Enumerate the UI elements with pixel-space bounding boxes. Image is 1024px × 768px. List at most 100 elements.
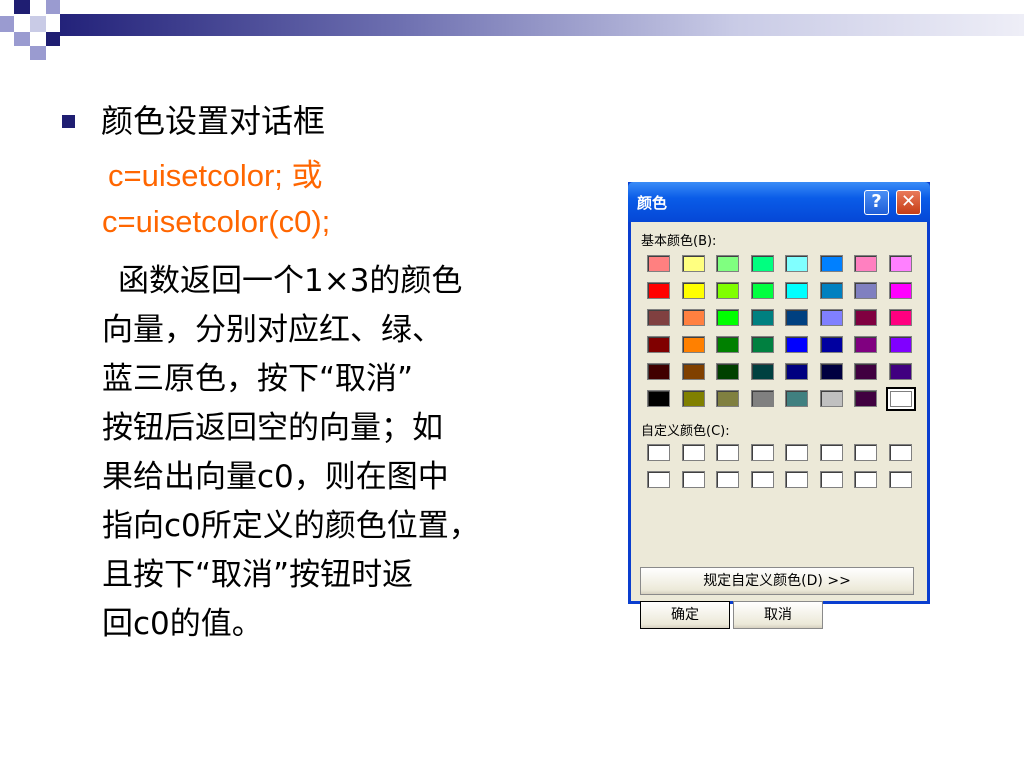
color-swatch[interactable]	[888, 336, 912, 353]
custom-color-cell[interactable]	[781, 441, 816, 468]
color-swatch[interactable]	[854, 363, 877, 380]
color-swatch[interactable]	[647, 390, 670, 407]
color-swatch[interactable]	[888, 309, 912, 326]
custom-color-swatch[interactable]	[888, 444, 912, 461]
color-swatch[interactable]	[716, 309, 739, 326]
color-swatch[interactable]	[647, 363, 670, 380]
color-swatch[interactable]	[750, 282, 774, 299]
custom-color-swatch[interactable]	[647, 471, 670, 488]
color-swatch[interactable]	[750, 255, 774, 272]
custom-color-swatch[interactable]	[681, 471, 705, 488]
basic-color-cell[interactable]	[781, 279, 816, 306]
basic-color-cell[interactable]	[747, 387, 782, 414]
color-swatch[interactable]	[819, 255, 843, 272]
basic-color-cell[interactable]	[747, 360, 782, 387]
basic-color-cell[interactable]	[643, 333, 678, 360]
basic-color-cell[interactable]	[816, 333, 851, 360]
color-swatch[interactable]	[647, 255, 670, 272]
color-swatch[interactable]	[647, 282, 670, 299]
basic-color-cell[interactable]	[850, 360, 885, 387]
color-swatch[interactable]	[854, 282, 877, 299]
dialog-titlebar[interactable]: 颜色 ? ✕	[628, 182, 930, 222]
basic-color-cell[interactable]	[885, 360, 920, 387]
color-swatch[interactable]	[716, 336, 739, 353]
basic-color-cell[interactable]	[850, 333, 885, 360]
basic-color-cell[interactable]	[850, 387, 885, 414]
custom-color-swatch[interactable]	[681, 444, 705, 461]
help-button[interactable]: ?	[864, 190, 889, 215]
color-swatch[interactable]	[854, 309, 877, 326]
color-swatch[interactable]	[819, 336, 843, 353]
basic-color-cell[interactable]	[712, 252, 747, 279]
basic-color-cell[interactable]	[781, 333, 816, 360]
custom-color-cell[interactable]	[885, 468, 920, 495]
custom-color-cell[interactable]	[643, 468, 678, 495]
basic-color-cell[interactable]	[885, 306, 920, 333]
basic-color-cell[interactable]	[885, 279, 920, 306]
basic-color-cell[interactable]	[850, 306, 885, 333]
color-swatch[interactable]	[750, 309, 774, 326]
basic-color-cell[interactable]	[885, 333, 920, 360]
color-swatch[interactable]	[681, 363, 705, 380]
color-swatch[interactable]	[819, 282, 843, 299]
basic-color-cell[interactable]	[850, 279, 885, 306]
color-swatch[interactable]	[854, 255, 877, 272]
basic-color-cell[interactable]	[678, 387, 713, 414]
basic-color-cell[interactable]	[712, 360, 747, 387]
close-button[interactable]: ✕	[896, 190, 921, 215]
custom-color-swatch[interactable]	[888, 471, 912, 488]
custom-color-cell[interactable]	[678, 468, 713, 495]
custom-color-cell[interactable]	[850, 468, 885, 495]
color-swatch[interactable]	[819, 363, 843, 380]
color-swatch[interactable]	[785, 363, 808, 380]
custom-color-swatch[interactable]	[647, 444, 670, 461]
color-swatch[interactable]	[785, 390, 808, 407]
color-swatch[interactable]	[750, 390, 774, 407]
color-swatch[interactable]	[716, 363, 739, 380]
basic-color-cell[interactable]	[678, 333, 713, 360]
basic-color-cell[interactable]	[816, 306, 851, 333]
basic-color-cell[interactable]	[747, 279, 782, 306]
custom-color-cell[interactable]	[712, 441, 747, 468]
custom-color-swatch[interactable]	[785, 444, 808, 461]
custom-color-swatch[interactable]	[819, 471, 843, 488]
basic-color-cell[interactable]	[816, 279, 851, 306]
color-swatch[interactable]	[681, 282, 705, 299]
color-swatch[interactable]	[750, 336, 774, 353]
custom-color-cell[interactable]	[747, 468, 782, 495]
basic-color-cell[interactable]	[747, 306, 782, 333]
color-swatch[interactable]	[716, 282, 739, 299]
color-swatch[interactable]	[885, 387, 916, 411]
basic-color-cell[interactable]	[678, 306, 713, 333]
color-swatch[interactable]	[888, 363, 912, 380]
color-swatch[interactable]	[888, 282, 912, 299]
custom-color-cell[interactable]	[885, 441, 920, 468]
color-swatch[interactable]	[785, 336, 808, 353]
basic-color-cell[interactable]	[643, 360, 678, 387]
basic-color-cell[interactable]	[816, 387, 851, 414]
basic-color-cell[interactable]	[747, 252, 782, 279]
custom-color-swatch[interactable]	[750, 471, 774, 488]
ok-button[interactable]: 确定	[640, 601, 730, 629]
color-swatch[interactable]	[785, 282, 808, 299]
basic-color-cell[interactable]	[643, 306, 678, 333]
basic-color-cell[interactable]	[781, 252, 816, 279]
basic-color-cell[interactable]	[850, 252, 885, 279]
basic-color-cell[interactable]	[643, 252, 678, 279]
color-swatch[interactable]	[785, 309, 808, 326]
custom-color-cell[interactable]	[712, 468, 747, 495]
custom-color-cell[interactable]	[747, 441, 782, 468]
basic-color-cell[interactable]	[816, 360, 851, 387]
basic-color-cell[interactable]	[781, 306, 816, 333]
color-swatch[interactable]	[750, 363, 774, 380]
custom-color-cell[interactable]	[643, 441, 678, 468]
color-swatch[interactable]	[854, 390, 877, 407]
basic-color-cell[interactable]	[712, 333, 747, 360]
color-swatch[interactable]	[647, 336, 670, 353]
color-swatch[interactable]	[785, 255, 808, 272]
define-custom-colors-button[interactable]: 规定自定义颜色(D) >>	[640, 567, 914, 595]
color-swatch[interactable]	[716, 255, 739, 272]
basic-color-cell[interactable]	[816, 252, 851, 279]
basic-color-cell[interactable]	[747, 333, 782, 360]
color-swatch[interactable]	[819, 390, 843, 407]
